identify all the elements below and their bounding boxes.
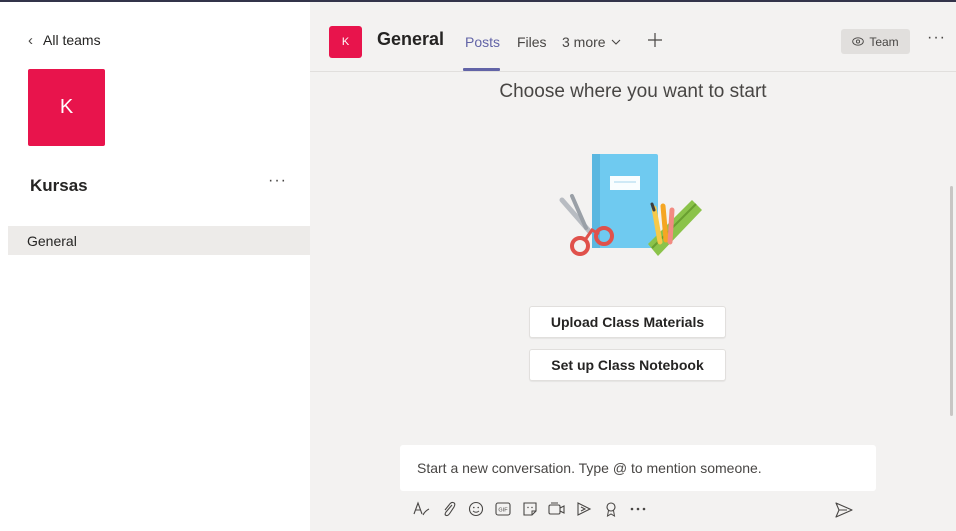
chevron-left-icon: ‹ (28, 31, 33, 49)
upload-class-materials-button[interactable]: Upload Class Materials (529, 306, 726, 338)
channel-initial: K (341, 36, 350, 48)
channel-title: General (377, 29, 445, 49)
tab-more-label: 3 more (562, 34, 606, 50)
svg-text:GIF: GIF (498, 508, 508, 514)
all-teams-back-link[interactable]: ‹ All teams (28, 30, 101, 50)
active-tab-indicator (463, 68, 500, 71)
more-options-icon[interactable] (626, 498, 649, 520)
team-button-label: Team (869, 34, 899, 49)
format-icon[interactable] (410, 498, 433, 520)
set-up-class-notebook-button[interactable]: Set up Class Notebook (529, 349, 726, 381)
gif-icon[interactable]: GIF (491, 498, 514, 520)
channel-header: K General Posts Files 3 more Team ··· (310, 2, 956, 72)
compose-box[interactable] (400, 445, 876, 491)
channel-avatar: K (329, 26, 362, 58)
send-button[interactable] (833, 500, 855, 520)
channel-item-label: General (27, 232, 77, 249)
compose-toolbar: GIF (410, 497, 856, 521)
back-label: All teams (43, 32, 101, 48)
team-avatar: K (28, 69, 105, 146)
notebook-scissors-pencils-illustration (552, 148, 702, 270)
tab-posts[interactable]: Posts (465, 34, 500, 50)
channel-item-general[interactable]: General (8, 226, 310, 255)
sticker-icon[interactable] (518, 498, 541, 520)
main-scrollbar[interactable] (950, 186, 953, 416)
tab-more-dropdown[interactable]: 3 more (562, 34, 621, 50)
plus-icon (648, 33, 662, 47)
team-name: Kursas (30, 176, 88, 195)
add-tab-button[interactable] (648, 27, 662, 53)
team-initial: K (59, 96, 74, 118)
page-title: Choose where you want to start (499, 81, 767, 102)
team-info-button[interactable]: Team (841, 29, 910, 54)
chevron-down-icon (611, 36, 621, 48)
stream-icon[interactable] (572, 498, 595, 520)
send-icon (835, 502, 853, 518)
new-conversation-input[interactable] (417, 460, 876, 476)
header-more-options-button[interactable]: ··· (927, 29, 946, 47)
emoji-icon[interactable] (464, 498, 487, 520)
attach-icon[interactable] (437, 498, 460, 520)
eye-icon (852, 37, 865, 46)
tab-files[interactable]: Files (517, 34, 547, 50)
team-sidebar: ‹ All teams K Kursas ··· General (0, 2, 310, 531)
team-more-options-button[interactable]: ··· (268, 172, 287, 190)
meet-now-icon[interactable] (545, 498, 568, 520)
praise-icon[interactable] (599, 498, 622, 520)
